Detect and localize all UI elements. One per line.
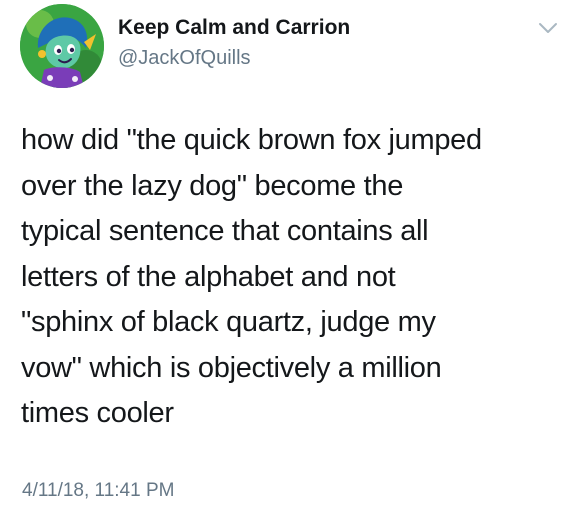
tweet-text: how did "the quick brown fox jumped over… <box>21 124 482 429</box>
cartoon-character-avatar-icon <box>20 4 104 88</box>
tweet-menu-button[interactable] <box>537 20 559 36</box>
tweet-timestamp[interactable]: 4/11/18, 11:41 PM <box>22 480 174 502</box>
author-handle[interactable]: @JackOfQuills <box>118 47 251 70</box>
avatar[interactable] <box>20 4 104 88</box>
tweet-card: Keep Calm and Carrion @JackOfQuills how … <box>0 0 586 516</box>
author-display-name[interactable]: Keep Calm and Carrion <box>118 16 350 40</box>
chevron-down-icon <box>539 23 557 33</box>
